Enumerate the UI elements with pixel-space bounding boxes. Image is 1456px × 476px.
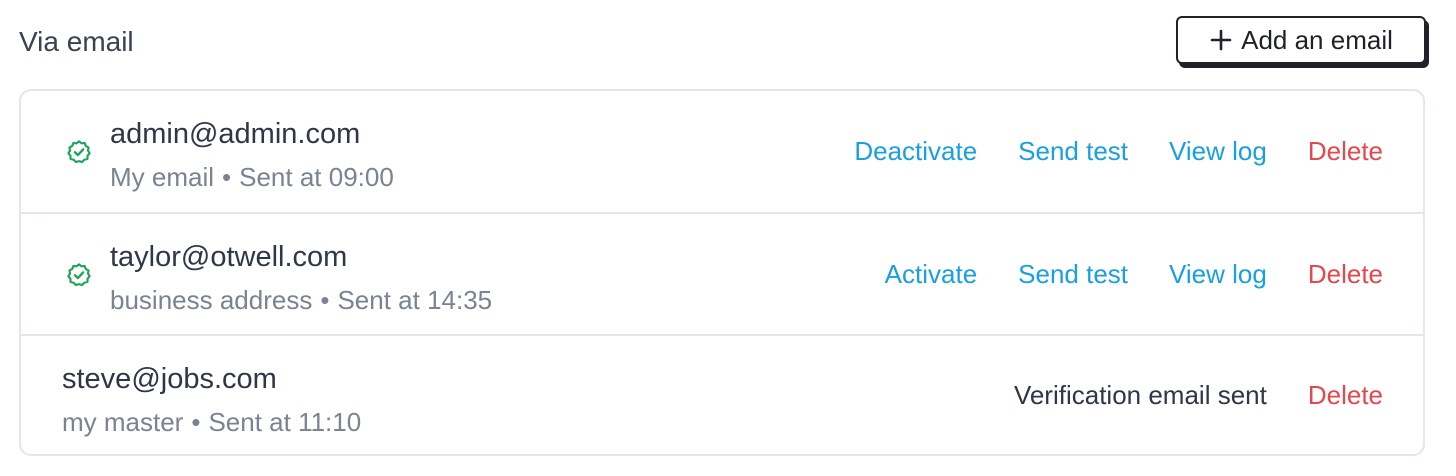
email-actions: Activate Send test View log Delete xyxy=(844,214,1383,334)
email-actions: Verification email sent Delete xyxy=(1014,336,1383,454)
activate-link[interactable]: Activate xyxy=(885,259,978,290)
email-address: admin@admin.com xyxy=(110,118,361,150)
delete-link[interactable]: Delete xyxy=(1308,380,1383,411)
view-log-link[interactable]: View log xyxy=(1169,259,1267,290)
add-email-button[interactable]: Add an email xyxy=(1176,16,1426,64)
email-row: steve@jobs.com my master • Sent at 11:10 V… xyxy=(21,334,1423,454)
email-row: taylor@otwell.com business address • Sent … xyxy=(21,212,1423,334)
email-address: taylor@otwell.com xyxy=(110,241,348,273)
email-meta: business address • Sent at 14:35 xyxy=(110,284,492,316)
email-meta: my master • Sent at 11:10 xyxy=(62,406,361,438)
verified-badge-icon xyxy=(67,140,91,164)
email-row: admin@admin.com My email • Sent at 09:00 D… xyxy=(21,91,1423,212)
email-label: my master xyxy=(62,407,184,437)
email-sent-time: Sent at 14:35 xyxy=(337,285,493,315)
email-sent-time: Sent at 09:00 xyxy=(239,162,394,192)
email-label: business address xyxy=(110,285,313,315)
email-actions: Deactivate Send test View log Delete xyxy=(813,91,1383,212)
send-test-link[interactable]: Send test xyxy=(1018,136,1128,167)
send-test-link[interactable]: Send test xyxy=(1018,259,1128,290)
section-title: Via email xyxy=(19,26,134,57)
deactivate-link[interactable]: Deactivate xyxy=(854,136,977,167)
email-address: steve@jobs.com xyxy=(62,363,277,395)
plus-icon xyxy=(1210,29,1232,51)
email-meta: My email • Sent at 09:00 xyxy=(110,161,394,193)
email-list: admin@admin.com My email • Sent at 09:00 D… xyxy=(19,89,1425,456)
delete-link[interactable]: Delete xyxy=(1308,259,1383,290)
view-log-link[interactable]: View log xyxy=(1169,136,1267,167)
email-sent-time: Sent at 11:10 xyxy=(208,407,362,437)
meta-separator: • xyxy=(320,285,330,315)
delete-link[interactable]: Delete xyxy=(1308,136,1383,167)
add-email-button-label: Add an email xyxy=(1241,24,1393,55)
meta-separator: • xyxy=(191,407,201,437)
verification-status: Verification email sent xyxy=(1013,379,1267,410)
verified-badge-icon xyxy=(67,263,91,287)
meta-separator: • xyxy=(222,162,232,192)
email-label: My email xyxy=(110,162,215,192)
